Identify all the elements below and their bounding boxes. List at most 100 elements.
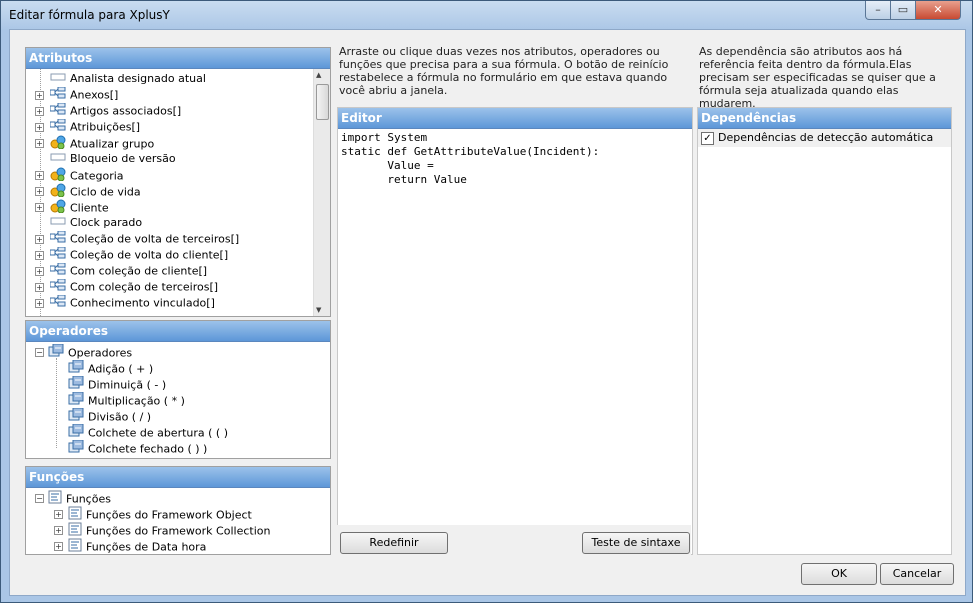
operators-root[interactable]: Operadores [48, 343, 132, 360]
collapse-icon[interactable]: − [35, 348, 44, 357]
attribute-label: Coleção de volta do cliente[] [70, 248, 229, 262]
operators-header: Operadores [26, 321, 330, 342]
expand-icon[interactable]: + [35, 91, 44, 100]
dependencies-header: Dependências [698, 108, 951, 129]
attribute-label: Coleção de volta de terceiros[] [70, 232, 240, 246]
title-bar[interactable]: Editar fórmula para XplusY – ▭ ✕ [1, 1, 972, 29]
dependencies-instructions: As dependência são atributos aos há refe… [699, 45, 936, 110]
scroll-up-icon[interactable]: ▲ [316, 71, 321, 79]
operators-tree[interactable]: − Operadores Adição ( + ) Diminuiçã ( - ) Mu… [26, 342, 330, 458]
operator-item[interactable]: Multiplicação ( * ) [68, 391, 185, 408]
attribute-item[interactable]: Com coleção de terceiros[] [49, 278, 219, 296]
expand-icon[interactable]: + [54, 526, 63, 535]
expand-icon[interactable]: + [35, 139, 44, 148]
attribute-item[interactable]: Coleção de volta do cliente[] [49, 246, 229, 264]
attribute-label: Com coleção de cliente[] [70, 264, 208, 278]
function-label: Funções do Framework Object [86, 508, 252, 522]
operator-item[interactable]: Colchete de abertura ( ( ) [68, 423, 228, 440]
ok-button[interactable]: OK [801, 563, 877, 585]
attribute-item[interactable]: Analista designado atual [50, 71, 206, 87]
minimize-button[interactable]: – [865, 1, 891, 20]
auto-detect-label: Dependências de detecção automática [718, 131, 934, 144]
attribute-item[interactable]: Atualizar grupo [50, 135, 154, 151]
attribute-item[interactable]: Coleção de volta de terceiros[] [49, 230, 240, 247]
scroll-down-icon[interactable]: ▼ [316, 306, 321, 314]
attribute-item[interactable]: Anexos[] [49, 86, 118, 104]
auto-detect-row[interactable]: ✓ Dependências de detecção automática [698, 129, 951, 147]
collection-icon [49, 262, 66, 280]
function-label: Funções do Framework Collection [86, 524, 271, 538]
expand-icon[interactable]: + [54, 542, 63, 551]
attributes-tree[interactable]: Analista designado atual + Anexos[] + Artigo… [26, 69, 330, 316]
expand-icon[interactable]: + [35, 107, 44, 116]
attribute-label: Bloqueio de versão [70, 152, 176, 165]
expand-icon[interactable]: + [35, 123, 44, 132]
expand-icon[interactable]: + [54, 510, 63, 519]
function-icon [68, 538, 82, 557]
formula-editor[interactable]: import System static def GetAttributeVal… [338, 129, 692, 189]
attribute-item[interactable]: Artigos associados[] [49, 102, 182, 120]
collection-icon [49, 246, 66, 264]
collection-icon [49, 118, 66, 136]
expand-icon[interactable]: + [35, 203, 44, 212]
editor-header: Editor [338, 108, 692, 129]
attribute-item[interactable]: Bloqueio de versão [50, 151, 176, 167]
scroll-thumb[interactable] [316, 84, 329, 120]
expand-icon[interactable]: + [35, 187, 44, 196]
syntax-test-button[interactable]: Teste de sintaxe [582, 532, 690, 554]
functions-root-label: Funções [66, 492, 111, 506]
field-icon [50, 151, 66, 167]
attribute-item[interactable]: Com coleção de cliente[] [49, 262, 208, 280]
maximize-button[interactable]: ▭ [890, 1, 916, 20]
function-item[interactable]: Funções do Framework Object [68, 506, 252, 522]
collection-icon [49, 294, 66, 312]
attribute-item[interactable]: Cliente [50, 199, 109, 215]
operator-item[interactable]: Divisão ( / ) [68, 407, 151, 424]
auto-detect-checkbox[interactable]: ✓ [701, 131, 714, 145]
function-icon [48, 490, 62, 509]
operator-item[interactable]: Diminuiçã ( - ) [68, 375, 166, 392]
collection-icon [49, 102, 66, 120]
attribute-item[interactable]: Categoria [50, 167, 124, 183]
attributes-scrollbar[interactable]: ▲ ▼ [313, 69, 330, 316]
attribute-item[interactable]: Conhecimento vinculado[] [49, 294, 215, 312]
attributes-panel: Atributos Analista designado atual + Anexo… [25, 47, 331, 317]
functions-root[interactable]: Funções [48, 490, 111, 506]
close-button[interactable]: ✕ [915, 1, 961, 20]
dependencies-list[interactable] [698, 147, 951, 447]
tree-line [56, 358, 57, 448]
operator-label: Colchete fechado ( ) ) [88, 442, 208, 456]
expand-icon[interactable]: + [35, 235, 44, 244]
attribute-label: Artigos associados[] [70, 104, 182, 118]
attribute-label: Conhecimento vinculado[] [70, 296, 215, 310]
operator-label: Multiplicação ( * ) [88, 394, 185, 408]
collapse-icon[interactable]: − [35, 494, 44, 503]
attribute-label: Cliente [70, 201, 109, 215]
reset-button[interactable]: Redefinir [340, 532, 448, 554]
window-title: Editar fórmula para XplusY [9, 8, 170, 22]
attribute-item[interactable]: Clock parado [50, 215, 142, 231]
expand-icon[interactable]: + [35, 267, 44, 276]
attribute-item[interactable]: Atribuições[] [49, 118, 141, 136]
attribute-label: Atribuições[] [70, 120, 141, 134]
expand-icon[interactable]: + [35, 251, 44, 260]
field-icon [50, 71, 66, 87]
expand-icon[interactable]: + [35, 299, 44, 308]
function-item[interactable]: Funções de Data hora [68, 538, 206, 554]
operator-label: Adição ( + ) [88, 362, 154, 376]
attributes-header: Atributos [26, 48, 330, 69]
attribute-item[interactable]: Ciclo de vida [50, 183, 141, 199]
collection-icon [49, 278, 66, 296]
operator-item[interactable]: Adição ( + ) [68, 359, 154, 376]
function-item[interactable]: Funções do Framework Collection [68, 522, 270, 538]
field-icon [50, 215, 66, 231]
operator-item[interactable]: Colchete fechado ( ) ) [68, 439, 208, 456]
expand-icon[interactable]: + [35, 283, 44, 292]
dependencies-panel: Dependências ✓ Dependências de detecção a… [697, 107, 952, 555]
functions-tree[interactable]: − Funções + Funções do Framework Object + Fun… [26, 488, 330, 554]
dialog-client-area: Atributos Analista designado atual + Anexo… [9, 29, 966, 596]
attribute-label: Com coleção de terceiros[] [70, 280, 219, 294]
cancel-button[interactable]: Cancelar [880, 563, 954, 585]
expand-icon[interactable]: + [35, 171, 44, 180]
collection-icon [49, 86, 66, 104]
